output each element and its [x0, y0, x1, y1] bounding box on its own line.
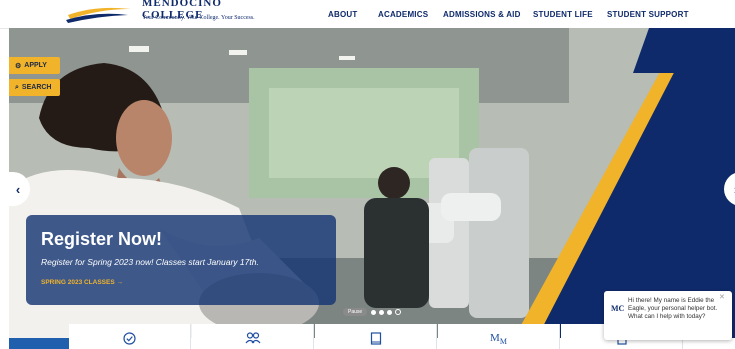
search-button[interactable]: ⌕ SEARCH [9, 79, 60, 96]
chat-bubble[interactable]: MC Hi there! My name is Eddie the Eagle,… [604, 291, 732, 340]
chevron-left-icon: ‹ [15, 181, 21, 197]
chat-message: Hi there! My name is Eddie the Eagle, yo… [628, 297, 718, 320]
quick-link-mm[interactable]: MM [438, 324, 560, 349]
site-header: MENDOCINO COLLEGE Your Community. Your C… [0, 0, 735, 29]
nav-admissions-aid[interactable]: ADMISSIONS & AID [443, 10, 521, 19]
people-icon [245, 332, 260, 344]
gear-icon: ⚙ [15, 62, 22, 70]
apply-button[interactable]: ⚙ APPLY [9, 57, 60, 74]
nav-about[interactable]: ABOUT [328, 10, 357, 19]
quick-link-book[interactable] [315, 324, 437, 349]
check-circle-icon [123, 332, 136, 345]
promo-subtitle: Register for Spring 2023 now! Classes st… [41, 257, 259, 267]
chatbot-avatar: MC [611, 304, 625, 313]
carousel-pager: Pause [343, 308, 404, 316]
nav-student-support[interactable]: STUDENT SUPPORT [607, 10, 689, 19]
spring-classes-link[interactable]: SPRING 2023 CLASSES → [41, 279, 123, 286]
arrow-right-icon: → [116, 279, 124, 286]
quick-link-check[interactable] [69, 324, 191, 349]
slide-dot-1[interactable] [371, 309, 377, 315]
mm-logo-icon: MM [490, 332, 507, 347]
search-icon: ⌕ [15, 83, 19, 91]
logo-swoosh-icon [66, 7, 130, 23]
apply-label: APPLY [24, 62, 47, 69]
search-label: SEARCH [21, 84, 52, 91]
nav-student-life[interactable]: STUDENT LIFE [533, 10, 593, 19]
quick-links-accent [9, 338, 69, 349]
logo-tagline: Your Community. Your College. Your Succe… [142, 15, 255, 21]
nav-academics[interactable]: ACADEMICS [378, 10, 428, 19]
book-icon [370, 332, 381, 345]
spring-classes-label: SPRING 2023 CLASSES [41, 279, 115, 286]
promo-card: Register Now! Register for Spring 2023 n… [26, 215, 336, 305]
promo-title: Register Now! [41, 229, 163, 249]
slide-dot-4[interactable] [395, 309, 402, 315]
pause-button[interactable]: Pause [343, 308, 368, 316]
college-logo[interactable]: MENDOCINO COLLEGE Your Community. Your C… [66, 0, 276, 28]
slide-dot-3[interactable] [387, 309, 393, 315]
quick-link-people[interactable] [192, 324, 314, 349]
slide-dot-2[interactable] [379, 309, 385, 315]
close-icon[interactable]: ✕ [719, 293, 725, 301]
